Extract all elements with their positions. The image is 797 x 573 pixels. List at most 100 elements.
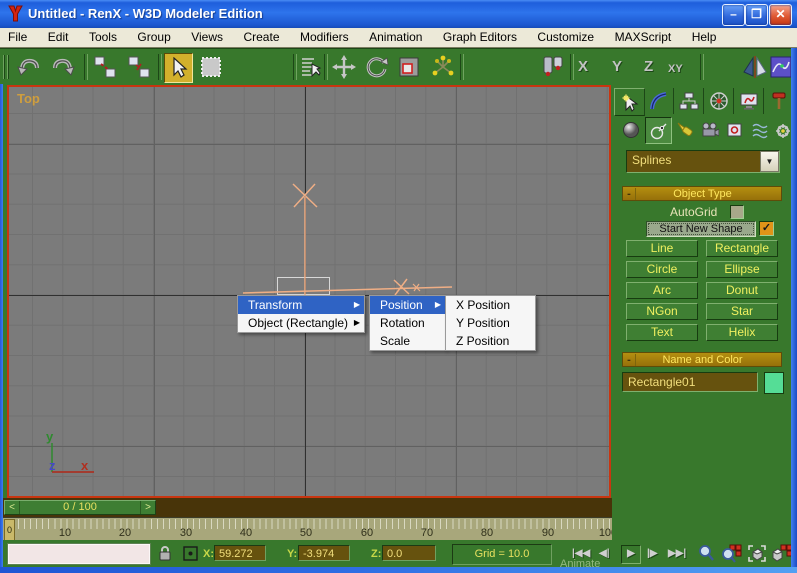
frame-indicator: 0 / 100 xyxy=(20,501,140,514)
shape-button-text[interactable]: Text xyxy=(626,324,698,341)
zoom-extents-button[interactable] xyxy=(747,544,767,563)
selection-lock-icon[interactable] xyxy=(158,545,172,562)
unlink-button[interactable] xyxy=(126,54,152,80)
spline-category-dropdown[interactable]: Splines ▼ xyxy=(626,150,780,173)
shape-button-circle[interactable]: Circle xyxy=(626,261,698,278)
use-center-button[interactable] xyxy=(540,54,566,80)
restrict-y-button[interactable]: Y xyxy=(612,56,622,78)
menu-item-x-position[interactable]: X Position xyxy=(446,296,535,314)
scale-button[interactable] xyxy=(396,54,422,80)
category-helpers[interactable] xyxy=(722,117,747,142)
track-bar[interactable]: 0 10 20 30 40 50 60 70 80 90 100 xyxy=(0,517,612,540)
shape-button-star[interactable]: Star xyxy=(706,303,778,320)
menu-animation[interactable]: Animation xyxy=(361,28,430,47)
viewport-top[interactable]: Top y z x xyxy=(7,85,611,498)
current-frame-marker[interactable]: 0 xyxy=(4,519,15,540)
link-icon xyxy=(93,55,117,79)
shape-button-helix[interactable]: Helix xyxy=(706,324,778,341)
ruler-label-30: 30 xyxy=(175,527,197,539)
move-button[interactable] xyxy=(331,54,357,80)
tab-display[interactable] xyxy=(734,88,764,114)
menu-tools[interactable]: Tools xyxy=(81,28,125,47)
zoom-all-button[interactable] xyxy=(721,544,742,563)
collapse-icon[interactable]: - xyxy=(623,354,636,366)
category-space-warps[interactable] xyxy=(747,117,772,142)
mirror-button[interactable] xyxy=(742,54,768,80)
menu-views[interactable]: Views xyxy=(183,28,231,47)
link-button[interactable] xyxy=(92,54,118,80)
object-color-swatch[interactable] xyxy=(764,372,784,394)
menu-maxscript[interactable]: MAXScript xyxy=(607,28,680,47)
close-button[interactable]: ✕ xyxy=(769,4,792,26)
shape-button-donut[interactable]: Donut xyxy=(706,282,778,299)
minimize-button[interactable]: – xyxy=(722,4,745,26)
tab-motion[interactable] xyxy=(704,88,734,114)
menu-group[interactable]: Group xyxy=(129,28,178,47)
x-coord-label: X: xyxy=(203,548,214,560)
shape-button-arc[interactable]: Arc xyxy=(626,282,698,299)
shape-button-rectangle[interactable]: Rectangle xyxy=(706,240,778,257)
redo-button[interactable] xyxy=(50,54,76,80)
zoom-extents-all-button[interactable] xyxy=(771,544,792,563)
main-toolbar: All ▼ View ▼ X Y Z XY xyxy=(0,48,797,85)
menu-help[interactable]: Help xyxy=(684,28,725,47)
autogrid-checkbox[interactable] xyxy=(730,205,744,219)
tab-hierarchy[interactable] xyxy=(674,88,704,114)
undo-button[interactable] xyxy=(16,54,42,80)
absolute-mode-icon[interactable] xyxy=(182,545,199,562)
previous-frame-button[interactable]: ◀| xyxy=(599,546,610,562)
tab-utilities[interactable] xyxy=(764,88,793,114)
tab-create[interactable] xyxy=(614,88,645,116)
category-shapes[interactable] xyxy=(645,117,672,144)
menu-customize[interactable]: Customize xyxy=(529,28,602,47)
category-lights[interactable] xyxy=(672,117,697,142)
object-type-rollout-header[interactable]: - Object Type xyxy=(622,186,782,201)
spline-category-arrow-icon[interactable]: ▼ xyxy=(760,151,779,172)
maximize-button[interactable]: ❒ xyxy=(745,4,768,26)
y-coord-field[interactable]: -3.974 xyxy=(298,545,350,561)
menu-item-y-position[interactable]: Y Position xyxy=(446,314,535,332)
restrict-x-button[interactable]: X xyxy=(578,56,588,78)
menu-edit[interactable]: Edit xyxy=(40,28,77,47)
next-frame-arrow[interactable]: > xyxy=(140,501,155,514)
x-coord-field[interactable]: 59.272 xyxy=(214,545,266,561)
next-frame-button[interactable]: |▶ xyxy=(647,546,658,562)
menu-item-z-position[interactable]: Z Position xyxy=(446,332,535,350)
menu-item-rotation[interactable]: Rotation xyxy=(370,314,445,332)
prev-frame-arrow[interactable]: < xyxy=(5,501,20,514)
select-by-name-button[interactable] xyxy=(298,54,324,80)
menu-item-scale[interactable]: Scale xyxy=(370,332,445,350)
start-new-shape-button[interactable]: Start New Shape xyxy=(646,221,756,237)
menu-create[interactable]: Create xyxy=(235,28,287,47)
collapse-icon[interactable]: - xyxy=(623,188,636,200)
menu-file[interactable]: File xyxy=(0,28,35,47)
category-cameras[interactable] xyxy=(697,117,722,142)
object-name-field[interactable]: Rectangle01 xyxy=(622,372,758,392)
menu-modifiers[interactable]: Modifiers xyxy=(292,28,357,47)
menu-item-position[interactable]: Position ▶ xyxy=(370,296,445,314)
menu-item-transform[interactable]: Transform ▶ xyxy=(238,296,364,314)
shape-button-ngon[interactable]: NGon xyxy=(626,303,698,320)
z-coord-field[interactable]: 0.0 xyxy=(382,545,436,561)
tab-modify[interactable] xyxy=(644,88,674,114)
start-new-shape-checkbox[interactable]: ✓ xyxy=(759,221,774,236)
restrict-plane-button[interactable]: XY xyxy=(668,56,683,82)
manipulate-button[interactable] xyxy=(430,54,456,80)
play-button[interactable]: ▶ xyxy=(621,545,641,564)
go-to-start-button[interactable]: |◀◀ xyxy=(572,546,590,562)
restrict-z-button[interactable]: Z xyxy=(644,56,653,78)
name-color-rollout-header[interactable]: - Name and Color xyxy=(622,352,782,367)
select-object-button[interactable] xyxy=(164,53,193,83)
menu-graph-editors[interactable]: Graph Editors xyxy=(435,28,525,47)
shape-button-line[interactable]: Line xyxy=(626,240,698,257)
go-to-end-button[interactable]: ▶▶| xyxy=(668,546,686,562)
menu-item-object-rectangle[interactable]: Object (Rectangle) ▶ xyxy=(238,314,364,332)
zoom-tool-button[interactable] xyxy=(697,544,716,563)
toolbar-drag-handle[interactable] xyxy=(3,55,5,79)
selection-region-button[interactable] xyxy=(198,54,224,80)
time-slider[interactable]: < 0 / 100 > xyxy=(4,500,156,515)
time-slider-track[interactable]: < 0 / 100 > xyxy=(0,498,612,517)
category-geometry[interactable] xyxy=(618,117,643,142)
shape-button-ellipse[interactable]: Ellipse xyxy=(706,261,778,278)
rotate-button[interactable] xyxy=(364,54,390,80)
